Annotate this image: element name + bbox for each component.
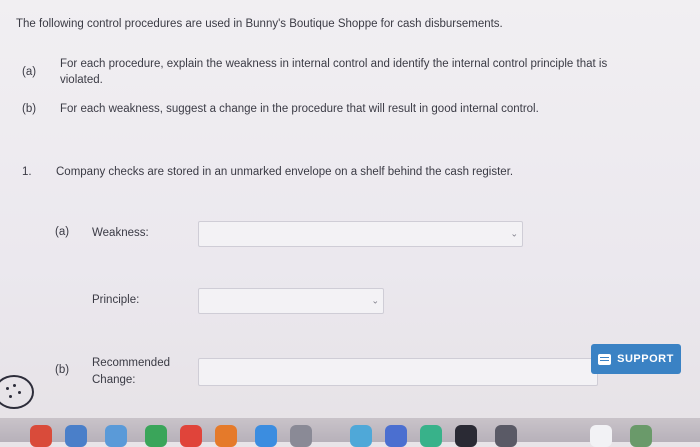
app-icon[interactable] [105,425,127,447]
intro-text: The following control procedures are use… [16,18,503,30]
app-icon[interactable] [630,425,652,447]
app-icon[interactable] [30,425,52,447]
principle-label: Principle: [92,294,140,306]
support-button[interactable]: SUPPORT [591,344,681,374]
part-b-text: For each weakness, suggest a change in t… [60,103,539,115]
change-select[interactable] [198,358,598,386]
app-icon[interactable] [350,425,372,447]
sub-b-letter: (b) [55,364,70,376]
chevron-down-icon: ⌄ [510,228,518,239]
app-icon[interactable] [455,425,477,447]
app-icon[interactable] [255,425,277,447]
sub-a-letter: (a) [55,226,70,238]
app-icon[interactable] [145,425,167,447]
app-icon[interactable] [180,425,202,447]
app-icon[interactable] [495,425,517,447]
taskbar-dock [0,418,700,447]
app-icon[interactable] [420,425,442,447]
support-label: SUPPORT [617,353,674,365]
weakness-select[interactable]: ⌄ [198,221,523,247]
chat-icon [598,353,612,365]
chevron-down-icon: ⌄ [371,295,379,306]
weakness-label: Weakness: [92,227,149,239]
app-icon[interactable] [65,425,87,447]
change-label-line1: Recommended [92,357,170,369]
app-icon[interactable] [215,425,237,447]
question-page: The following control procedures are use… [0,0,700,447]
part-a-letter: (a) [22,66,37,78]
palette-icon[interactable] [0,375,34,409]
question-number: 1. [22,166,32,178]
app-icon[interactable] [385,425,407,447]
app-icon[interactable] [290,425,312,447]
part-a-line1: For each procedure, explain the weakness… [60,58,608,70]
change-label-line2: Change: [92,374,136,386]
app-icon[interactable] [590,425,612,447]
part-b-letter: (b) [22,103,37,115]
question-text: Company checks are stored in an unmarked… [56,166,514,178]
part-a-line2: violated. [60,74,103,86]
principle-select[interactable]: ⌄ [198,288,384,314]
